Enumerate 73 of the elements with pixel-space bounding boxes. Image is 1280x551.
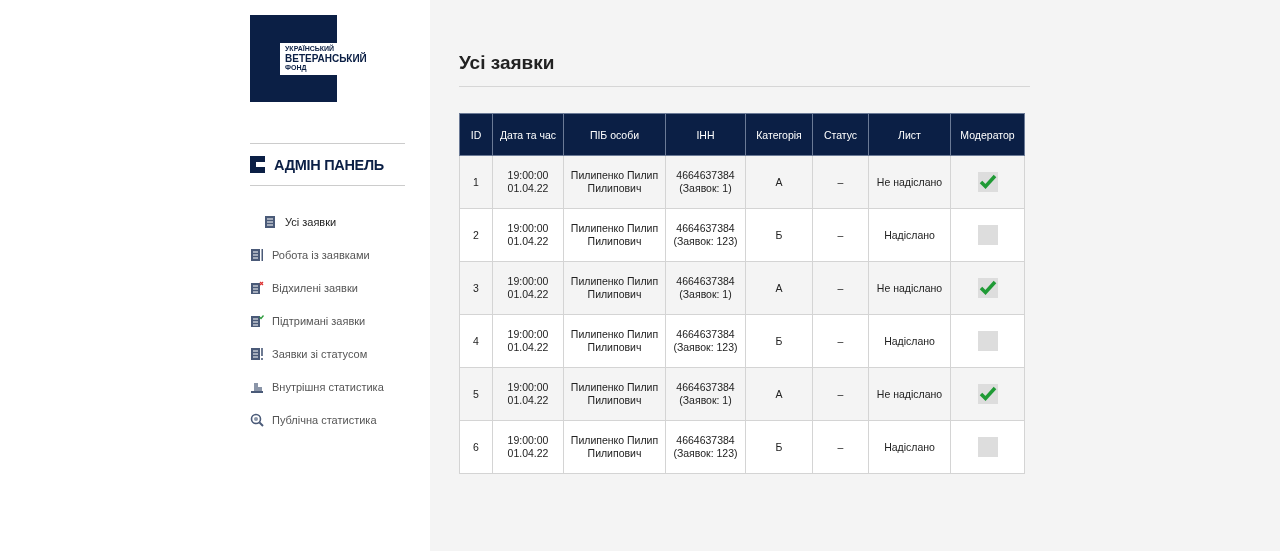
- list-icon: [250, 247, 264, 262]
- table-cell: Пилипенко Пилип Пилипович: [563, 208, 666, 262]
- table-cell: 19:00:00 01.04.22: [492, 155, 564, 209]
- table-cell: Пилипенко Пилип Пилипович: [563, 367, 666, 421]
- table-cell: Не надіслано: [868, 367, 951, 421]
- list-icon: [263, 214, 277, 229]
- logo-icon: [250, 156, 265, 173]
- page-title: Усі заявки: [459, 52, 1030, 87]
- menu-item[interactable]: Підтримані заявки: [250, 311, 430, 330]
- checkbox[interactable]: [977, 384, 998, 404]
- list-cross-icon: [250, 280, 264, 295]
- table-cell: 4664637384 (Заявок: 123): [665, 420, 746, 474]
- checkbox[interactable]: [977, 437, 998, 457]
- table-cell: Надіслано: [868, 208, 951, 262]
- column-header: ПІБ особи: [563, 113, 666, 156]
- table-cell: Б: [745, 208, 813, 262]
- checkbox[interactable]: [977, 172, 998, 192]
- table-cell: –: [812, 367, 869, 421]
- menu-item[interactable]: Внутрішня статистика: [250, 377, 430, 396]
- table-cell: Надіслано: [868, 420, 951, 474]
- menu-item[interactable]: Заявки зі статусом: [250, 344, 430, 363]
- table-cell: Не надіслано: [868, 155, 951, 209]
- menu-item[interactable]: Відхилені заявки: [250, 278, 430, 297]
- search-icon: [250, 412, 264, 427]
- logo-text: ВЕТЕРАНСЬКИЙ: [285, 53, 368, 64]
- table-cell: Пилипенко Пилип Пилипович: [563, 420, 666, 474]
- menu-item[interactable]: Усі заявки: [263, 212, 430, 231]
- column-header: Модератор: [950, 113, 1025, 156]
- table-cell: Пилипенко Пилип Пилипович: [563, 155, 666, 209]
- table-cell: –: [812, 208, 869, 262]
- table-cell: 3: [459, 261, 493, 315]
- table-cell: 19:00:00 01.04.22: [492, 208, 564, 262]
- table-cell: Пилипенко Пилип Пилипович: [563, 261, 666, 315]
- column-header: Лист: [868, 113, 951, 156]
- table-cell: 1: [459, 155, 493, 209]
- column-header: ID: [459, 113, 493, 156]
- table-cell: Б: [745, 420, 813, 474]
- table-cell: 4664637384 (Заявок: 123): [665, 314, 746, 368]
- table-cell: Надіслано: [868, 314, 951, 368]
- list-check-icon: [250, 313, 264, 328]
- checkbox[interactable]: [977, 225, 998, 245]
- table-cell: –: [812, 420, 869, 474]
- table-cell: 19:00:00 01.04.22: [492, 314, 564, 368]
- table-cell: Пилипенко Пилип Пилипович: [563, 314, 666, 368]
- column-header: ІНН: [665, 113, 746, 156]
- table-cell: 6: [459, 420, 493, 474]
- column-header: Статус: [812, 113, 869, 156]
- menu-item[interactable]: Робота із заявками: [250, 245, 430, 264]
- table-cell: 4664637384 (Заявок: 1): [665, 367, 746, 421]
- table-cell: 4664637384 (Заявок: 1): [665, 155, 746, 209]
- table-cell: 4664637384 (Заявок: 123): [665, 208, 746, 262]
- column-header: Категорія: [745, 113, 813, 156]
- table-cell: 19:00:00 01.04.22: [492, 261, 564, 315]
- table-cell: –: [812, 155, 869, 209]
- table-cell: А: [745, 261, 813, 315]
- table-cell: 4: [459, 314, 493, 368]
- list-alert-icon: [250, 346, 264, 361]
- table-cell: А: [745, 155, 813, 209]
- table-cell: –: [812, 261, 869, 315]
- table-cell: А: [745, 367, 813, 421]
- column-header: Дата та час: [492, 113, 564, 156]
- table-cell: 19:00:00 01.04.22: [492, 367, 564, 421]
- table-cell: 4664637384 (Заявок: 1): [665, 261, 746, 315]
- table-cell: Б: [745, 314, 813, 368]
- table-cell: 5: [459, 367, 493, 421]
- table-cell: 19:00:00 01.04.22: [492, 420, 564, 474]
- table-cell: –: [812, 314, 869, 368]
- table-cell: 2: [459, 208, 493, 262]
- table-cell: Не надіслано: [868, 261, 951, 315]
- checkbox[interactable]: [977, 278, 998, 298]
- panel-title: АДМІН ПАНЕЛЬ: [274, 156, 384, 173]
- checkbox[interactable]: [977, 331, 998, 351]
- menu-item[interactable]: Публічна статистика: [250, 410, 430, 429]
